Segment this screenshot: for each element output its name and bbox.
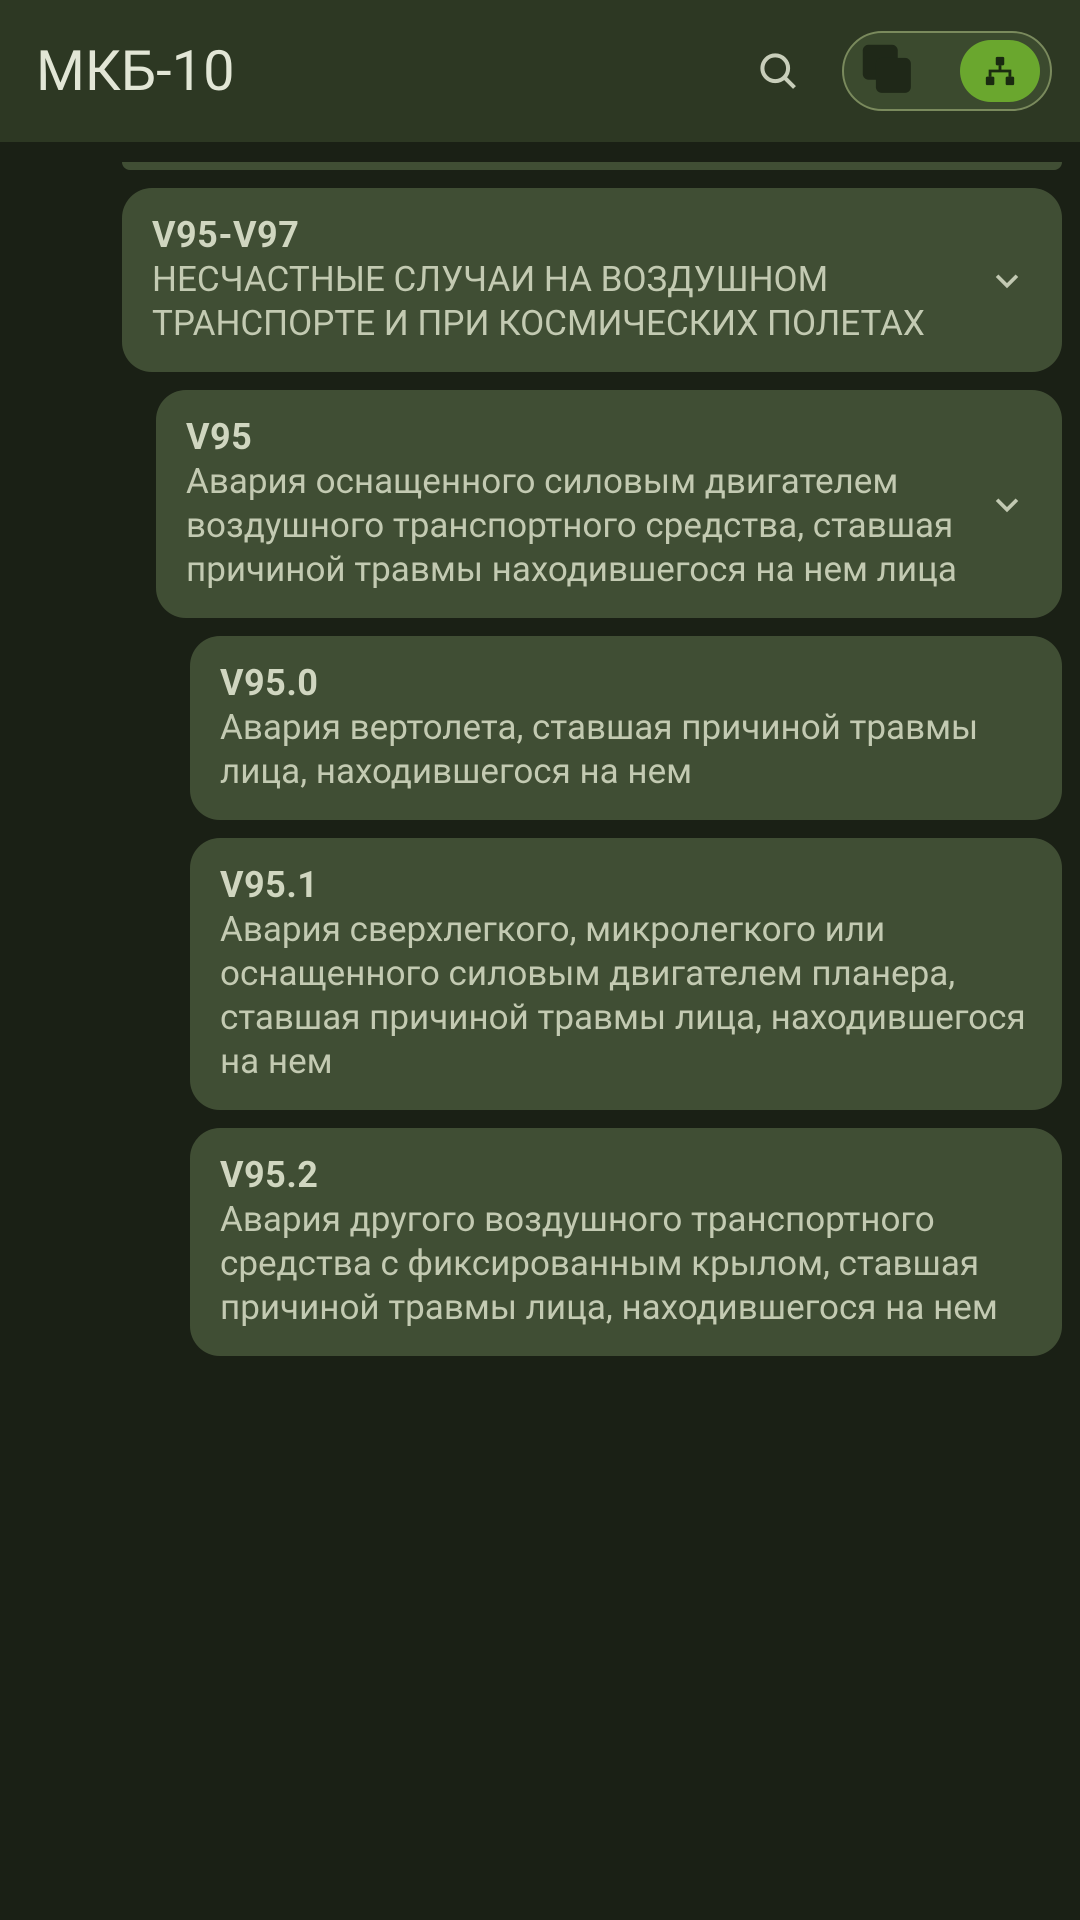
hierarchy-icon — [983, 54, 1017, 88]
expand-toggle[interactable] — [982, 255, 1032, 305]
chevron-down-icon — [990, 487, 1024, 521]
card-text: V95.2 Авария другого воздушного транспор… — [220, 1154, 1032, 1330]
category-desc: Авария другого воздушного транспортного … — [220, 1198, 1032, 1330]
category-card[interactable]: V95.2 Авария другого воздушного транспор… — [190, 1128, 1062, 1356]
tree-view-option[interactable] — [960, 40, 1040, 102]
category-desc: Авария оснащенного силовым двигателем во… — [186, 460, 964, 592]
category-card[interactable]: V95.0 Авария вертолета, ставшая причиной… — [190, 636, 1062, 820]
category-code: V95 — [186, 416, 964, 458]
page-title: МКБ-10 — [36, 38, 748, 104]
content: V95-V97 НЕСЧАСТНЫЕ СЛУЧАИ НА ВОЗДУШНОМ Т… — [0, 142, 1080, 1356]
category-code: V95.2 — [220, 1154, 1032, 1196]
card-text: V95-V97 НЕСЧАСТНЫЕ СЛУЧАИ НА ВОЗДУШНОМ Т… — [152, 214, 964, 346]
card-text: V95.0 Авария вертолета, ставшая причиной… — [220, 662, 1032, 794]
search-icon — [756, 49, 800, 93]
category-desc: Авария вертолета, ставшая причиной травм… — [220, 706, 1032, 794]
search-button[interactable] — [748, 41, 808, 101]
card-text: V95 Авария оснащенного силовым двигателе… — [186, 416, 964, 592]
header: МКБ-10 — [0, 0, 1080, 142]
expand-toggle[interactable] — [982, 479, 1032, 529]
view-toggle[interactable] — [842, 31, 1052, 111]
list-view-option[interactable] — [854, 41, 924, 101]
previous-card-edge — [122, 162, 1062, 170]
category-code: V95.1 — [220, 864, 1032, 906]
category-code: V95-V97 — [152, 214, 964, 256]
category-desc: НЕСЧАСТНЫЕ СЛУЧАИ НА ВОЗДУШНОМ ТРАНСПОРТ… — [152, 258, 964, 346]
category-card[interactable]: V95.1 Авария сверхлегкого, микролегкого … — [190, 838, 1062, 1110]
category-card[interactable]: V95 Авария оснащенного силовым двигателе… — [156, 390, 1062, 618]
category-code: V95.0 — [220, 662, 1032, 704]
chevron-down-icon — [990, 263, 1024, 297]
category-desc: Авария сверхлегкого, микролегкого или ос… — [220, 908, 1032, 1084]
card-text: V95.1 Авария сверхлегкого, микролегкого … — [220, 864, 1032, 1084]
copy-stack-icon — [854, 36, 924, 106]
category-card[interactable]: V95-V97 НЕСЧАСТНЫЕ СЛУЧАИ НА ВОЗДУШНОМ Т… — [122, 188, 1062, 372]
